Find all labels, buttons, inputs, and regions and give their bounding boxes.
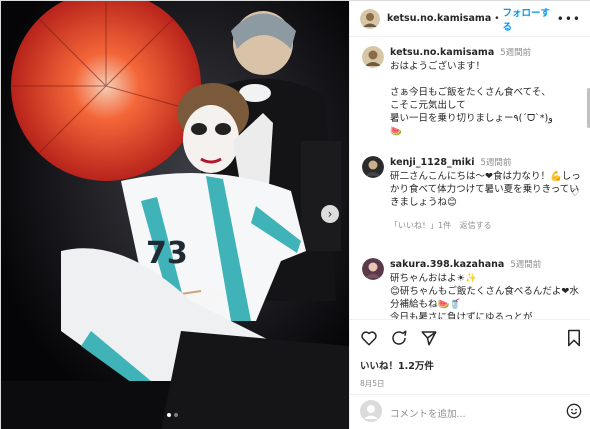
carousel-dot-active: [167, 413, 171, 417]
comment-time: 5週間前: [480, 158, 512, 168]
carousel-dot: [174, 413, 178, 417]
svg-text:73: 73: [146, 236, 188, 271]
comment-time: 5週間前: [510, 260, 542, 270]
post-username[interactable]: ketsu.no.kamisama: [387, 13, 491, 24]
avatar[interactable]: [360, 8, 380, 29]
heart-icon[interactable]: [360, 329, 378, 350]
post-photo[interactable]: 73 ›: [1, 1, 349, 429]
more-icon[interactable]: •••: [557, 12, 581, 26]
comments-list[interactable]: ketsu.no.kamisama 5週間前 おはようございます！ さぁ今日もご…: [350, 38, 590, 319]
emoji-icon[interactable]: [566, 403, 582, 422]
follow-button[interactable]: フォローする: [503, 5, 557, 33]
heart-icon[interactable]: ♡: [570, 186, 580, 199]
comment-input[interactable]: コメントを追加...: [390, 406, 466, 420]
post-modal: 73 › ketsu.no.kamisama • フォローする ••• kets…: [0, 0, 590, 429]
avatar[interactable]: [362, 46, 384, 68]
avatar: [360, 400, 382, 425]
comment-username[interactable]: sakura.398.kazahana: [390, 259, 504, 270]
comment-icon[interactable]: [390, 329, 408, 350]
comment-meta: 「いいね！」1件 返信する: [390, 219, 584, 232]
next-photo-button[interactable]: ›: [321, 205, 339, 223]
caption: ketsu.no.kamisama 5週間前 おはようございます！ さぁ今日もご…: [362, 46, 584, 138]
caption-username[interactable]: ketsu.no.kamisama: [390, 47, 494, 58]
comment-likes[interactable]: 「いいね！」1件: [390, 221, 451, 230]
post-side-panel: ketsu.no.kamisama • フォローする ••• ketsu.no.…: [349, 1, 590, 429]
comment-username[interactable]: kenji_1128_miki: [390, 157, 474, 168]
chevron-right-icon: ›: [327, 207, 333, 221]
comment-text: 研ちゃんおはよ☀✨ 😊研ちゃんもご飯たくさん食べるんだよ❤水分補給もね🍉🥤 今日…: [390, 273, 579, 319]
likes-count[interactable]: いいね！1.2万件: [360, 358, 582, 372]
avatar[interactable]: [362, 258, 384, 280]
post-header: ketsu.no.kamisama • フォローする •••: [350, 1, 590, 37]
caption-time: 5週間前: [500, 48, 532, 58]
post-date: 8月5日: [360, 379, 385, 388]
reply-button[interactable]: 返信する: [460, 221, 492, 230]
caption-text: おはようございます！ さぁ今日もご飯をたくさん食べてそ、 こそこ元気出して 暑い…: [390, 61, 553, 137]
bookmark-icon[interactable]: [566, 329, 582, 350]
avatar[interactable]: [362, 156, 384, 178]
carousel-indicator: [167, 413, 178, 417]
post-actions: いいね！1.2万件 8月5日: [350, 319, 590, 389]
share-icon[interactable]: [420, 329, 438, 350]
stage-photo-illustration: 73: [1, 1, 349, 429]
list-item: kenji_1128_miki 5週間前 研二さんこんにちは〜❤食は力なり！💪し…: [362, 156, 584, 232]
separator-dot: •: [494, 13, 500, 24]
list-item: sakura.398.kazahana 5週間前 研ちゃんおはよ☀✨ 😊研ちゃん…: [362, 258, 584, 319]
comment-text: 研二さんこんにちは〜❤食は力なり！💪しっかり食べて体力つけて暑い夏を乗りきってい…: [390, 171, 581, 208]
add-comment-bar: コメントを追加...: [350, 394, 590, 429]
